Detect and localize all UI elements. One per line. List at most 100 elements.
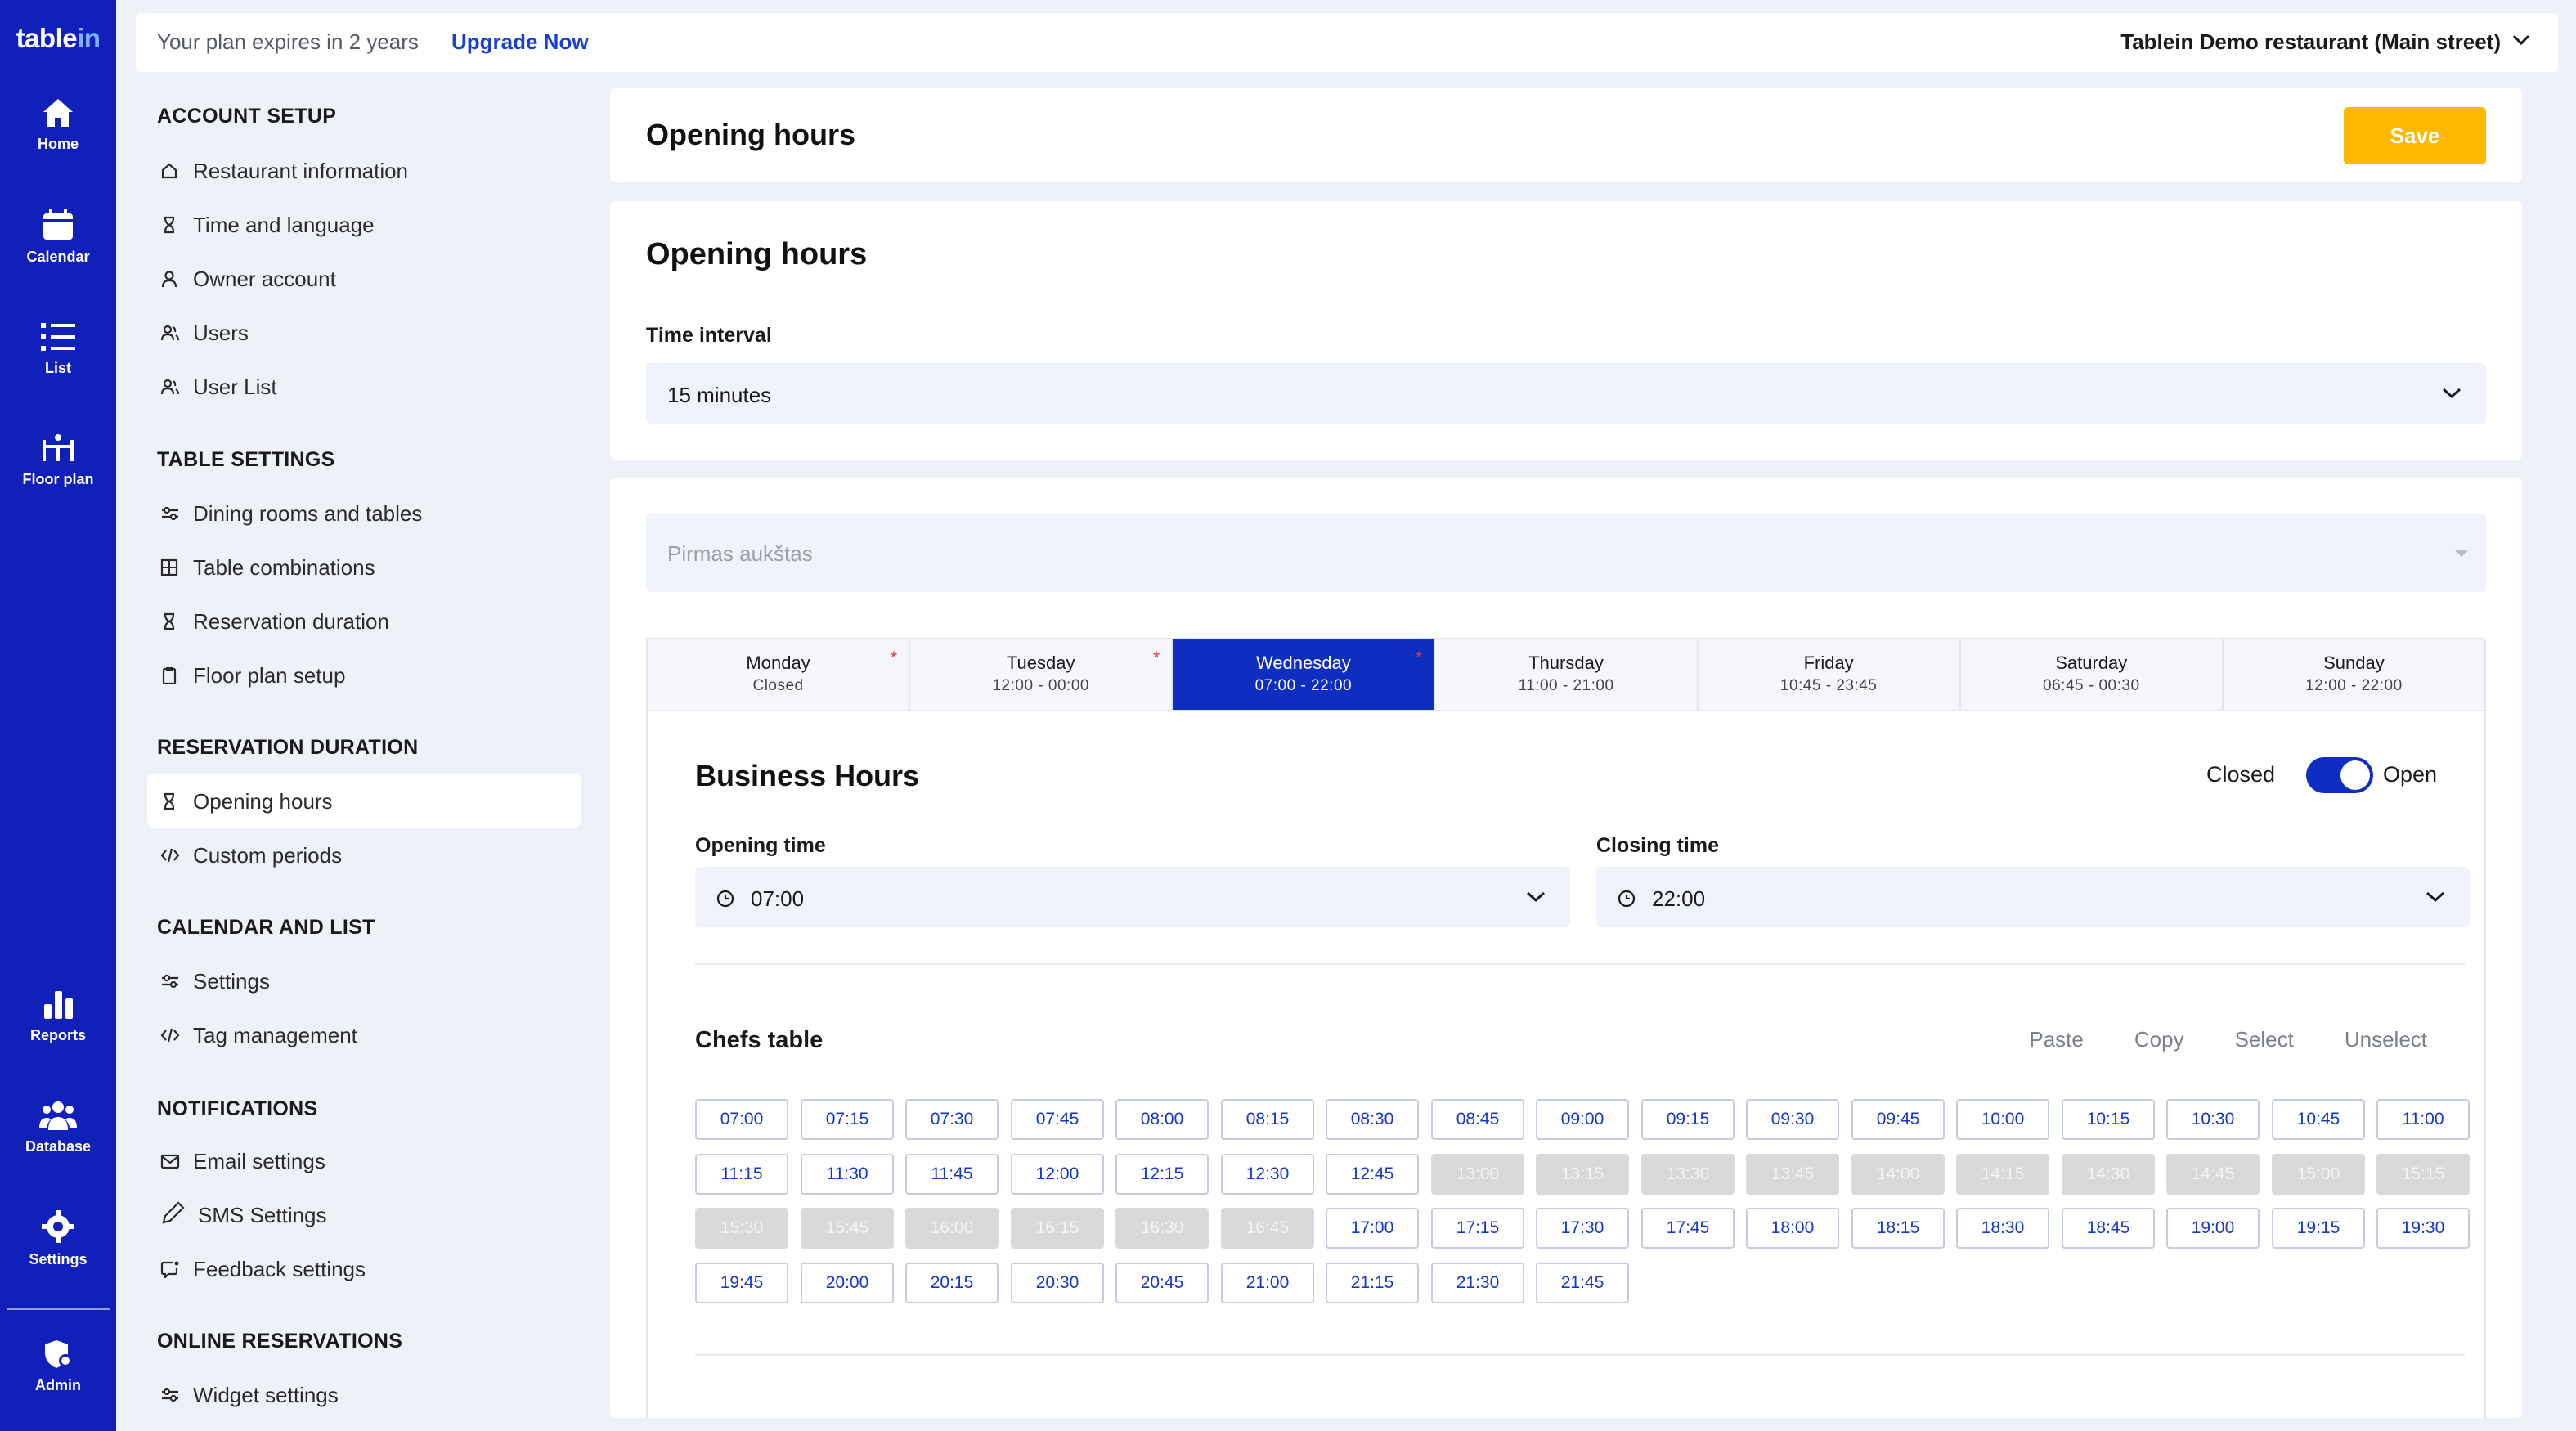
time-slot[interactable]: 17:00: [1326, 1208, 1419, 1249]
nav-item-email-settings[interactable]: Email settings: [147, 1133, 581, 1187]
nav-item-owner-account[interactable]: Owner account: [147, 251, 581, 305]
nav-item-reservation-duration[interactable]: Reservation duration: [147, 594, 581, 648]
time-slot[interactable]: 11:30: [801, 1154, 894, 1195]
tab-tuesday[interactable]: Tuesday 12:00 - 00:00 *: [910, 639, 1174, 710]
time-slot[interactable]: 10:45: [2272, 1099, 2365, 1140]
time-slot[interactable]: 10:30: [2166, 1099, 2260, 1140]
nav-item-settings[interactable]: Settings: [147, 953, 581, 1007]
upgrade-now-link[interactable]: Upgrade Now: [451, 29, 589, 55]
time-slot[interactable]: 17:30: [1536, 1208, 1629, 1249]
copy-button[interactable]: Copy: [2134, 1027, 2184, 1052]
time-slot[interactable]: 08:15: [1221, 1099, 1314, 1140]
time-slot[interactable]: 08:00: [1115, 1099, 1209, 1140]
time-interval-select[interactable]: 15 minutes: [646, 363, 2486, 424]
time-slot[interactable]: 15:45: [801, 1208, 894, 1249]
time-slot[interactable]: 10:15: [2062, 1099, 2155, 1140]
nav-item-opening-hours[interactable]: Opening hours: [147, 774, 581, 828]
time-slot[interactable]: 20:30: [1011, 1263, 1104, 1303]
time-slot[interactable]: 19:00: [2166, 1208, 2260, 1249]
tab-saturday[interactable]: Saturday 06:45 - 00:30: [1961, 639, 2224, 710]
time-slot[interactable]: 11:15: [695, 1154, 788, 1195]
rail-item-floor-plan[interactable]: Floor plan: [0, 432, 116, 488]
open-closed-toggle[interactable]: [2306, 757, 2373, 793]
time-slot[interactable]: 14:15: [1956, 1154, 2049, 1195]
nav-item-feedback-settings[interactable]: Feedback settings: [147, 1241, 581, 1295]
time-slot[interactable]: 07:30: [905, 1099, 999, 1140]
time-slot[interactable]: 12:30: [1221, 1154, 1314, 1195]
time-slot[interactable]: 08:30: [1326, 1099, 1419, 1140]
time-slot[interactable]: 16:45: [1221, 1208, 1314, 1249]
nav-item-users[interactable]: Users: [147, 305, 581, 359]
rail-item-home[interactable]: Home: [0, 96, 116, 153]
tab-thursday[interactable]: Thursday 11:00 - 21:00: [1435, 639, 1699, 710]
rail-item-settings[interactable]: Settings: [0, 1209, 116, 1268]
time-slot[interactable]: 17:45: [1641, 1208, 1735, 1249]
time-slot[interactable]: 14:30: [2062, 1154, 2155, 1195]
time-slot[interactable]: 19:30: [2376, 1208, 2470, 1249]
opening-time-select[interactable]: 07:00: [695, 867, 1570, 927]
time-slot[interactable]: 13:00: [1431, 1154, 1524, 1195]
nav-item-tag-management[interactable]: Tag management: [147, 1007, 581, 1061]
time-slot[interactable]: 08:45: [1431, 1099, 1524, 1140]
time-slot[interactable]: 09:00: [1536, 1099, 1629, 1140]
time-slot[interactable]: 15:15: [2376, 1154, 2470, 1195]
rail-item-database[interactable]: Database: [0, 1099, 116, 1155]
time-slot[interactable]: 18:45: [2062, 1208, 2155, 1249]
closing-time-select[interactable]: 22:00: [1596, 867, 2470, 927]
nav-item-custom-periods[interactable]: Custom periods: [147, 828, 581, 881]
time-slot[interactable]: 19:45: [695, 1263, 788, 1303]
time-slot[interactable]: 18:30: [1956, 1208, 2049, 1249]
rail-item-admin[interactable]: Admin: [0, 1338, 116, 1394]
save-button[interactable]: Save: [2344, 107, 2486, 164]
time-slot[interactable]: 07:00: [695, 1099, 788, 1140]
time-slot[interactable]: 11:45: [905, 1154, 999, 1195]
time-slot[interactable]: 12:15: [1115, 1154, 1209, 1195]
nav-item-table-combinations[interactable]: Table combinations: [147, 540, 581, 594]
time-slot[interactable]: 13:30: [1641, 1154, 1735, 1195]
nav-item-dining-rooms-and-tables[interactable]: Dining rooms and tables: [147, 486, 581, 540]
time-slot[interactable]: 21:45: [1536, 1263, 1629, 1303]
nav-item-floor-plan-setup[interactable]: Floor plan setup: [147, 648, 581, 702]
time-slot[interactable]: 21:00: [1221, 1263, 1314, 1303]
tab-friday[interactable]: Friday 10:45 - 23:45: [1699, 639, 1961, 710]
restaurant-selector[interactable]: Tablein Demo restaurant (Main street): [2120, 29, 2501, 55]
paste-button[interactable]: Paste: [2029, 1027, 2084, 1052]
nav-item-sms-settings[interactable]: SMS Settings: [147, 1187, 581, 1241]
time-slot[interactable]: 18:00: [1746, 1208, 1839, 1249]
time-slot[interactable]: 07:15: [801, 1099, 894, 1140]
time-slot[interactable]: 18:15: [1851, 1208, 1945, 1249]
time-slot[interactable]: 11:00: [2376, 1099, 2470, 1140]
time-slot[interactable]: 15:30: [695, 1208, 788, 1249]
time-slot[interactable]: 21:30: [1431, 1263, 1524, 1303]
nav-item-restaurant-information[interactable]: Restaurant information: [147, 143, 581, 197]
time-slot[interactable]: 16:00: [905, 1208, 999, 1249]
nav-item-time-and-language[interactable]: Time and language: [147, 197, 581, 251]
rail-item-list[interactable]: List: [0, 321, 116, 377]
nav-item-widget-settings[interactable]: Widget settings: [147, 1367, 581, 1421]
tab-wednesday[interactable]: Wednesday 07:00 - 22:00 *: [1173, 639, 1436, 710]
time-slot[interactable]: 20:00: [801, 1263, 894, 1303]
dining-room-select[interactable]: Pirmas aukštas: [646, 514, 2486, 592]
time-slot[interactable]: 21:15: [1326, 1263, 1419, 1303]
time-slot[interactable]: 20:45: [1115, 1263, 1209, 1303]
unselect-button[interactable]: Unselect: [2345, 1027, 2427, 1052]
time-slot[interactable]: 09:30: [1746, 1099, 1839, 1140]
nav-item-user-list[interactable]: User List: [147, 359, 581, 413]
chevron-down-icon[interactable]: [2512, 34, 2530, 46]
time-slot[interactable]: 12:45: [1326, 1154, 1419, 1195]
time-slot[interactable]: 10:00: [1956, 1099, 2049, 1140]
time-slot[interactable]: 16:30: [1115, 1208, 1209, 1249]
select-button[interactable]: Select: [2235, 1027, 2294, 1052]
time-slot[interactable]: 13:15: [1536, 1154, 1629, 1195]
rail-item-calendar[interactable]: Calendar: [0, 208, 116, 266]
time-slot[interactable]: 19:15: [2272, 1208, 2365, 1249]
time-slot[interactable]: 13:45: [1746, 1154, 1839, 1195]
time-slot[interactable]: 17:15: [1431, 1208, 1524, 1249]
rail-item-reports[interactable]: Reports: [0, 988, 116, 1044]
time-slot[interactable]: 14:00: [1851, 1154, 1945, 1195]
time-slot[interactable]: 07:45: [1011, 1099, 1104, 1140]
tab-monday[interactable]: Monday Closed *: [648, 639, 911, 710]
time-slot[interactable]: 09:15: [1641, 1099, 1735, 1140]
time-slot[interactable]: 14:45: [2166, 1154, 2260, 1195]
time-slot[interactable]: 20:15: [905, 1263, 999, 1303]
